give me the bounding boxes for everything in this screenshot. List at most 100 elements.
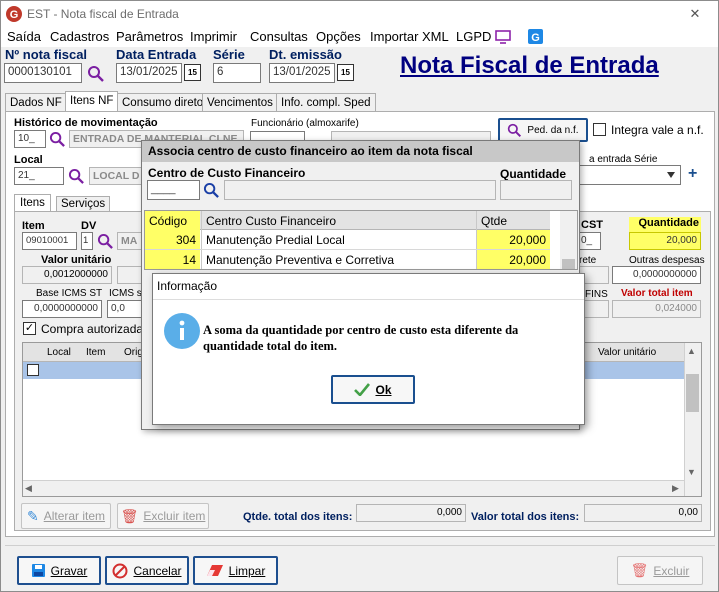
centro-code-input[interactable]: ____ (147, 180, 200, 200)
excluir-item-button[interactable]: 🗑 Excluir item (117, 503, 209, 529)
tab-itens-nf[interactable]: Itens NF (65, 91, 119, 113)
check-icon (354, 383, 371, 396)
serie-label: Série (213, 47, 245, 62)
cc-row1-codigo: 304 (175, 233, 196, 247)
subtab-itens[interactable]: Itens (14, 194, 51, 212)
funcionario-label: Funcionário (almoxarife) (251, 118, 359, 129)
icms-s-label: ICMS s (109, 288, 142, 299)
integra-label: Integra vale a n.f. (611, 123, 704, 137)
outras-despesas-label: Outras despesas (629, 255, 705, 266)
info-icon (164, 313, 200, 349)
tab-info-compl-sped[interactable]: Info. compl. Sped (276, 93, 376, 113)
base-icms-st-input[interactable]: 0,0000000000 (22, 300, 102, 318)
cst-input[interactable]: 0_ (579, 232, 601, 250)
menu-lgpd[interactable]: LGPD (456, 29, 491, 44)
add-icon[interactable]: + (688, 165, 697, 183)
pencil-icon: ✎ (26, 507, 39, 524)
valor-total-label: Valor total dos itens: (471, 511, 580, 523)
local-label: Local (14, 154, 43, 166)
divider (5, 545, 715, 546)
valor-unitario-input[interactable]: 0,0012000000 (22, 266, 112, 284)
integra-checkbox[interactable] (593, 123, 606, 136)
svg-text:G: G (531, 32, 540, 44)
quantidade-input[interactable]: 20,000 (629, 232, 701, 250)
menu-parametros[interactable]: Parâmetros (116, 29, 183, 44)
g-app-icon[interactable]: G (528, 29, 543, 44)
excluir-button[interactable]: 🗑 Excluir (617, 556, 703, 585)
ped-nf-button[interactable]: Ped. da n.f. (498, 118, 588, 142)
menu-cadastros[interactable]: Cadastros (50, 29, 109, 44)
menu-opcoes[interactable]: Opções (316, 29, 361, 44)
limpar-label: Limpar (228, 563, 266, 578)
app-logo-icon: G (6, 6, 22, 22)
ok-button[interactable]: Ok (331, 375, 415, 404)
serie-input[interactable]: 6 (213, 63, 261, 83)
search-icon[interactable] (49, 131, 66, 148)
dv-input[interactable]: 1 (81, 232, 93, 250)
calendar-icon[interactable]: 15 (184, 64, 201, 81)
divider (153, 299, 584, 300)
trash-icon: 🗑 (120, 507, 139, 524)
historico-code-input[interactable]: 10_ (14, 130, 46, 148)
frete-label: rete (579, 255, 597, 266)
outras-despesas-input[interactable]: 0,0000000000 (612, 266, 701, 284)
row-checkbox[interactable] (27, 364, 39, 376)
dv-label: DV (81, 220, 97, 232)
cc-quantidade-input[interactable] (500, 180, 572, 200)
scroll-down-icon[interactable]: ▼ (687, 467, 696, 477)
base-icms-st-label: Base ICMS ST (36, 288, 103, 299)
subtab-servicos[interactable]: Serviços (56, 196, 111, 212)
chevron-down-icon[interactable] (666, 171, 676, 179)
search-icon[interactable] (97, 233, 114, 250)
menu-importar-xml[interactable]: Importar XML (370, 29, 449, 44)
cancel-icon (112, 563, 128, 578)
scroll-up-icon[interactable]: ▲ (687, 346, 696, 356)
valor-unitario-label: Valor unitário (41, 254, 112, 266)
gravar-button[interactable]: Gravar (17, 556, 101, 585)
calendar-icon[interactable]: 15 (337, 64, 354, 81)
scroll-left-icon[interactable]: ◀ (25, 483, 32, 494)
horizontal-scrollbar[interactable] (23, 480, 684, 496)
alterar-item-button[interactable]: ✎ Alterar item (21, 503, 111, 529)
scrollbar-thumb[interactable] (686, 374, 699, 412)
local-desc: LOCAL D (89, 167, 149, 185)
data-entrada-input[interactable]: 13/01/2025 (116, 63, 182, 83)
menu-saida[interactable]: Saída (7, 29, 41, 44)
entrada-serie-label: a entrada Série (589, 154, 658, 165)
cc-quantidade-label: Quantidade (500, 167, 567, 181)
cc-col-centro: Centro Custo Financeiro (206, 214, 337, 228)
nota-input[interactable]: 0000130101 (4, 63, 82, 83)
data-entrada-label: Data Entrada (116, 47, 197, 62)
excluir-label: Excluir (653, 563, 690, 578)
cc-col-qtde: Qtde (481, 214, 508, 228)
valor-total-item-label: Valor total item (621, 288, 693, 299)
search-icon[interactable] (203, 182, 220, 199)
limpar-button[interactable]: Limpar (193, 556, 278, 585)
historico-label: Histórico de movimentação (14, 117, 158, 129)
scroll-right-icon[interactable]: ▶ (672, 483, 679, 494)
search-icon[interactable] (68, 168, 85, 185)
compra-autorizada-checkbox[interactable]: ✓ (23, 322, 36, 335)
centro-label: Centro de Custo Financeiro (148, 166, 306, 180)
valor-total-item-input: 0,024000 (612, 300, 701, 318)
search-icon[interactable] (87, 65, 105, 83)
menu-consultas[interactable]: Consultas (250, 29, 308, 44)
cc-row1-qtde: 20,000 (509, 233, 546, 247)
tab-vencimentos[interactable]: Vencimentos (202, 93, 278, 113)
menu-bar: Saída Cadastros Parâmetros Imprimir Cons… (1, 27, 718, 47)
monitor-icon[interactable] (495, 30, 511, 44)
item-input[interactable]: 09010001 (22, 232, 77, 250)
cc-row2-centro: Manutenção Preventiva e Corretiva (206, 253, 395, 267)
info-dialog-title: Informação (157, 279, 218, 293)
local-code-input[interactable]: 21_ (14, 167, 64, 185)
scrollbar-thumb[interactable] (562, 259, 575, 269)
close-icon[interactable]: ✕ (672, 1, 718, 27)
menu-imprimir[interactable]: Imprimir (190, 29, 237, 44)
tab-consumo-direto[interactable]: Consumo direto (117, 93, 209, 113)
fins-label: FINS (585, 289, 608, 300)
dt-emissao-label: Dt. emissão (269, 47, 342, 62)
save-icon (31, 564, 45, 577)
dt-emissao-input[interactable]: 13/01/2025 (269, 63, 335, 83)
cancelar-button[interactable]: Cancelar (105, 556, 189, 585)
tab-dados-nf[interactable]: Dados NF (5, 93, 67, 113)
